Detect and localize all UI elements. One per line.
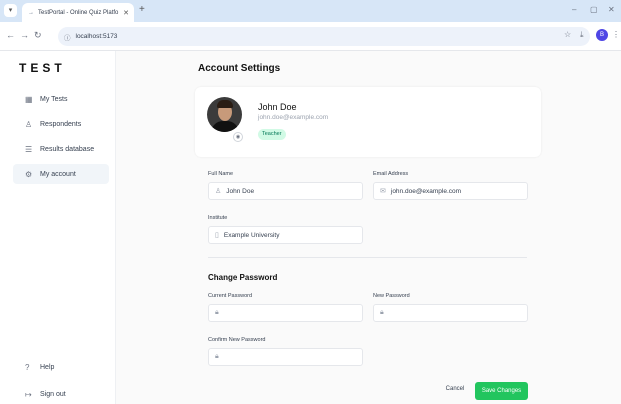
new-password-field[interactable]: 🔒︎: [373, 304, 528, 322]
sidebar-item-sign-out[interactable]: ↦ Sign out: [13, 384, 109, 404]
sidebar-item-respondents[interactable]: ♙ Respondents: [13, 114, 109, 134]
email-value: john.doe@example.com: [390, 187, 462, 195]
help-icon: ?: [25, 362, 30, 372]
profile-name: John Doe: [258, 102, 297, 112]
forward-icon[interactable]: →: [20, 30, 29, 40]
reload-icon[interactable]: ↻: [34, 30, 42, 41]
institute-field[interactable]: ▯ Example University: [208, 226, 363, 244]
confirm-password-label: Confirm New Password: [208, 337, 266, 343]
url-text: localhost:5173: [75, 33, 118, 40]
camera-icon[interactable]: ◉: [233, 132, 243, 142]
sidebar: TEST ▦ My Tests ♙ Respondents ☰ Results …: [0, 51, 116, 404]
sidebar-item-my-account[interactable]: ⚙ My account: [13, 164, 109, 184]
lock-icon: 🔒︎: [215, 353, 219, 360]
institute-value: Example University: [223, 231, 280, 239]
sidebar-item-help[interactable]: ? Help: [13, 357, 109, 377]
main-content: Account Settings ◉ John Doe john.doe@exa…: [116, 51, 621, 404]
email-field[interactable]: ✉ john.doe@example.com: [373, 182, 528, 200]
confirm-password-field[interactable]: 🔒︎: [208, 348, 363, 366]
save-changes-button[interactable]: Save Changes: [475, 382, 528, 400]
browser-tab-title: TestPortal - Online Quiz Platfo: [38, 9, 119, 16]
email-label: Email Address: [373, 171, 409, 177]
browser-tab-strip: ▾ → TestPortal - Online Quiz Platfo ✕ + …: [0, 0, 621, 22]
lock-icon: 🔒︎: [215, 309, 219, 316]
download-icon[interactable]: ⤓: [580, 30, 584, 40]
close-tab-icon[interactable]: ✕: [123, 9, 129, 17]
current-password-field[interactable]: 🔒︎: [208, 304, 363, 322]
browser-menu-icon[interactable]: ⋮: [612, 30, 620, 39]
new-password-label: New Password: [373, 293, 410, 299]
profile-email: john.doe@example.com: [258, 114, 329, 121]
new-tab-icon[interactable]: +: [139, 4, 145, 15]
user-icon: ♙: [215, 188, 222, 195]
address-bar[interactable]: ⓘ localhost:5173: [58, 27, 590, 46]
avatar: [207, 97, 242, 132]
role-badge: Teacher: [258, 129, 286, 140]
full-name-field[interactable]: ♙ John Doe: [208, 182, 363, 200]
change-password-title: Change Password: [208, 273, 278, 282]
users-icon: ♙: [25, 119, 33, 129]
back-icon[interactable]: ←: [6, 30, 15, 40]
maximize-icon[interactable]: ▢: [590, 5, 598, 14]
gear-icon: ⚙: [25, 169, 33, 179]
sidebar-item-label: My Tests: [40, 95, 68, 103]
favicon-icon: →: [28, 9, 34, 16]
address-bar-row: ← → ↻ ⓘ localhost:5173 ☆ ⤓ B ⋮: [0, 22, 621, 51]
sidebar-item-label: Results database: [40, 145, 95, 153]
profile-avatar[interactable]: B: [596, 29, 608, 41]
app-logo: TEST: [19, 61, 66, 75]
profile-card: ◉ John Doe john.doe@example.com Teacher: [195, 87, 541, 157]
sidebar-item-label: Sign out: [40, 390, 66, 398]
lock-icon: 🔒︎: [380, 309, 384, 316]
building-icon: ▯: [215, 232, 219, 239]
full-name-value: John Doe: [226, 187, 255, 195]
sidebar-item-label: Help: [40, 363, 55, 371]
current-password-label: Current Password: [208, 293, 253, 299]
sign-out-icon: ↦: [25, 389, 32, 399]
browser-tab[interactable]: → TestPortal - Online Quiz Platfo ✕: [22, 3, 134, 22]
bookmark-star-icon[interactable]: ☆: [564, 30, 571, 39]
tab-search-icon[interactable]: ▾: [4, 4, 17, 17]
section-divider: [208, 257, 527, 258]
mail-icon: ✉: [380, 188, 386, 195]
minimize-icon[interactable]: –: [572, 5, 576, 14]
grid-icon: ▦: [25, 94, 33, 104]
sidebar-item-label: Respondents: [40, 120, 82, 128]
window-close-icon[interactable]: ✕: [608, 5, 615, 14]
database-icon: ☰: [25, 144, 33, 154]
cancel-button[interactable]: Cancel: [442, 381, 468, 397]
sidebar-item-label: My account: [40, 170, 76, 178]
sidebar-item-my-tests[interactable]: ▦ My Tests: [13, 89, 109, 109]
sidebar-item-results-database[interactable]: ☰ Results database: [13, 139, 109, 159]
page-title: Account Settings: [198, 63, 281, 74]
full-name-label: Full Name: [208, 171, 234, 177]
site-info-icon[interactable]: ⓘ: [64, 32, 71, 42]
institute-label: Institute: [208, 215, 228, 221]
